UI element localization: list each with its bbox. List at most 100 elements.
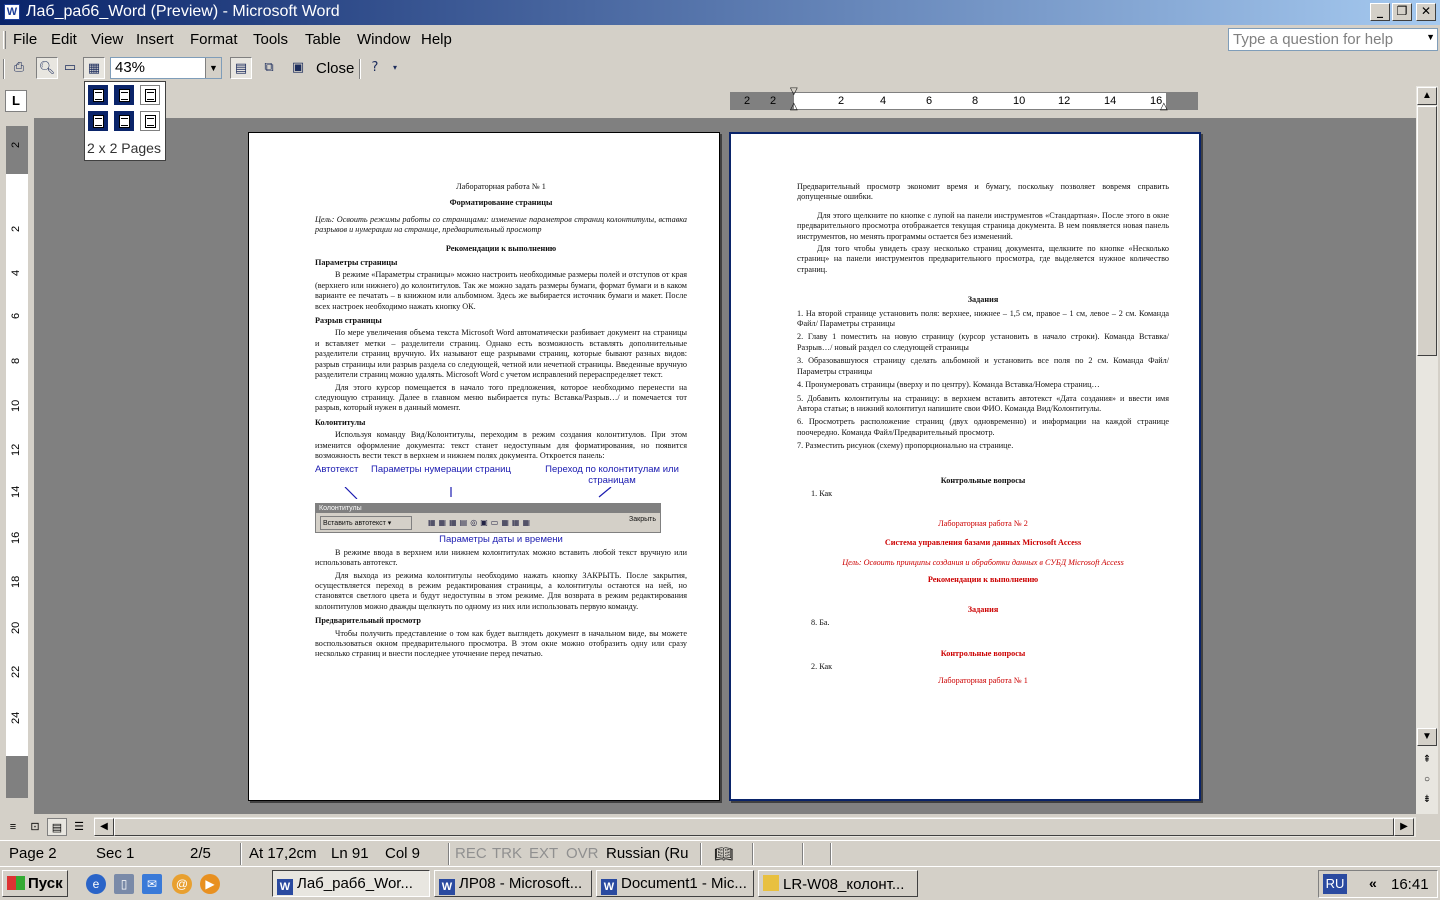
ruler-tick: 4 bbox=[10, 269, 22, 276]
headers-footers-toolbar-figure: Колонтитулы Вставить автотекст ▾ ▦▦▦▤◎▣▭… bbox=[315, 503, 661, 534]
left-indent-marker[interactable]: △ bbox=[790, 101, 798, 112]
normal-view-icon[interactable]: ≡ bbox=[3, 818, 23, 836]
next-page-icon[interactable]: ⇟ bbox=[1417, 792, 1437, 810]
recommendations-heading: Рекомендации к выполнению bbox=[445, 243, 557, 253]
task-item: 8. Ба. bbox=[811, 618, 830, 628]
tab-selector[interactable]: L bbox=[5, 90, 27, 112]
restore-button[interactable]: ❐ bbox=[1392, 3, 1412, 21]
select-browse-object-icon[interactable]: ○ bbox=[1417, 772, 1437, 790]
language-indicator[interactable]: RU bbox=[1323, 874, 1347, 894]
chevron-down-icon[interactable]: ▼ bbox=[205, 58, 221, 78]
multiple-pages-icon[interactable]: ▦ bbox=[83, 57, 105, 79]
task-label: Лаб_раб6_Wor... bbox=[297, 875, 413, 892]
preview-page-2[interactable]: Предварительный просмотр экономит время … bbox=[729, 132, 1201, 801]
mail-icon[interactable]: @ bbox=[172, 874, 192, 894]
lab-subtitle: Форматирование страницы bbox=[449, 198, 553, 208]
page-grid-cell[interactable] bbox=[88, 111, 108, 131]
right-indent-marker[interactable]: △ bbox=[1160, 101, 1168, 112]
ruler-tick: 16 bbox=[10, 531, 22, 544]
ruler-tick: 6 bbox=[10, 312, 22, 319]
menu-insert[interactable]: Insert bbox=[136, 31, 174, 48]
section-heading: Колонтитулы bbox=[315, 417, 366, 427]
figure-insert-autotext: Вставить автотекст ▾ bbox=[320, 516, 412, 531]
toolbar-options-chevron-icon[interactable]: ▾ bbox=[384, 57, 406, 79]
menu-tools[interactable]: Tools bbox=[253, 31, 288, 48]
page-grid-cell[interactable] bbox=[140, 85, 160, 105]
word-doc-icon: W bbox=[277, 879, 293, 895]
menu-edit[interactable]: Edit bbox=[51, 31, 77, 48]
context-help-icon[interactable]: ? bbox=[364, 57, 386, 79]
outlook-icon[interactable]: ✉ bbox=[142, 874, 162, 894]
page-grid-cell[interactable] bbox=[88, 85, 108, 105]
callout-transition: Переход по колонтитулам или страницам bbox=[545, 464, 679, 486]
paragraph: В режиме ввода в верхнем или нижнем коло… bbox=[315, 547, 687, 568]
toolbar-grip[interactable] bbox=[3, 59, 5, 79]
first-line-indent-marker[interactable]: ▽ bbox=[790, 86, 798, 97]
vertical-scrollbar[interactable]: ▲ ▼ ⇞ ○ ⇟ bbox=[1416, 86, 1438, 814]
callout-autotext: Автотекст bbox=[315, 464, 359, 476]
status-rec[interactable]: REC bbox=[455, 845, 487, 862]
word-app-icon[interactable]: W bbox=[4, 4, 20, 20]
horizontal-scroll-thumb[interactable] bbox=[114, 818, 1394, 836]
page-content: Предварительный просмотр экономит время … bbox=[797, 180, 1169, 689]
status-ovr[interactable]: OVR bbox=[566, 845, 599, 862]
spelling-grammar-icon[interactable]: 📖︎ bbox=[714, 845, 733, 863]
start-button[interactable]: Пуск bbox=[2, 870, 68, 897]
close-preview-button[interactable]: Close bbox=[316, 60, 354, 77]
internet-explorer-icon[interactable]: e bbox=[86, 874, 106, 894]
clock[interactable]: 16:41 bbox=[1391, 876, 1429, 893]
media-player-icon[interactable]: ▶ bbox=[200, 874, 220, 894]
close-window-button[interactable]: ✕ bbox=[1416, 3, 1436, 21]
status-page: Page 2 bbox=[9, 845, 57, 862]
page-grid-cell[interactable] bbox=[140, 111, 160, 131]
paragraph: Предварительный просмотр экономит время … bbox=[797, 182, 1169, 202]
menu-table[interactable]: Table bbox=[305, 31, 341, 48]
menu-window[interactable]: Window bbox=[357, 31, 410, 48]
menu-format[interactable]: Format bbox=[190, 31, 238, 48]
scroll-up-icon[interactable]: ▲ bbox=[1417, 87, 1437, 105]
magnifier-icon[interactable]: 🔍︎ bbox=[36, 57, 58, 79]
status-trk[interactable]: TRK bbox=[492, 845, 522, 862]
ruler-icon[interactable]: ▤ bbox=[230, 57, 252, 79]
menubar-grip[interactable] bbox=[3, 31, 6, 49]
menu-help[interactable]: Help bbox=[421, 31, 452, 48]
show-hidden-icons-icon[interactable]: « bbox=[1369, 875, 1377, 891]
shrink-to-fit-icon[interactable]: ⧉ bbox=[258, 57, 280, 79]
task-item: 6. Просмотреть расположение страниц (дву… bbox=[797, 417, 1169, 437]
preview-page-1[interactable]: Лабораторная работа № 1 Форматирование с… bbox=[248, 132, 720, 801]
minimize-button[interactable]: _ bbox=[1370, 3, 1390, 21]
taskbar-item-lab-word[interactable]: W Лаб_раб6_Wor... bbox=[272, 870, 430, 897]
zoom-select[interactable]: 43% ▼ bbox=[110, 57, 222, 79]
notepad-icon[interactable]: ▯ bbox=[114, 874, 134, 894]
document-preview-area[interactable]: Лабораторная работа № 1 Форматирование с… bbox=[34, 118, 1416, 814]
taskbar-item-lr08[interactable]: W ЛР08 - Microsoft... bbox=[434, 870, 592, 897]
page-grid-cell[interactable] bbox=[114, 111, 134, 131]
paragraph: Для того чтобы увидеть сразу несколько с… bbox=[797, 244, 1169, 274]
status-ext[interactable]: EXT bbox=[529, 845, 558, 862]
menu-view[interactable]: View bbox=[91, 31, 123, 48]
one-page-icon[interactable]: ▭ bbox=[59, 57, 81, 79]
scroll-left-icon[interactable]: ◀ bbox=[94, 818, 114, 836]
taskbar-item-folder[interactable]: LR-W08_колонт... bbox=[758, 870, 918, 897]
vertical-ruler[interactable]: 2 2 4 6 8 10 12 14 16 18 20 22 24 bbox=[6, 126, 28, 798]
vertical-scroll-thumb[interactable] bbox=[1417, 106, 1437, 356]
page-grid-cell[interactable] bbox=[114, 85, 134, 105]
outline-view-icon[interactable]: ☰ bbox=[69, 818, 89, 836]
chevron-down-icon[interactable]: ▼ bbox=[1426, 32, 1435, 42]
scroll-down-icon[interactable]: ▼ bbox=[1417, 728, 1437, 746]
horizontal-ruler[interactable]: 2 2 2 4 6 8 10 12 14 16 ▽ △ △ bbox=[730, 86, 1198, 112]
web-layout-view-icon[interactable]: ⊡ bbox=[25, 818, 45, 836]
help-question-input[interactable]: Type a question for help ▼ bbox=[1228, 28, 1438, 51]
scroll-right-icon[interactable]: ▶ bbox=[1394, 818, 1414, 836]
window-title: Лаб_раб6_Word (Preview) - Microsoft Word bbox=[26, 3, 340, 20]
paragraph: Используя команду Вид/Колонтитулы, перех… bbox=[315, 430, 687, 460]
horizontal-scrollbar[interactable]: ◀ ▶ bbox=[94, 817, 1416, 837]
print-layout-view-icon[interactable]: ▤ bbox=[47, 818, 67, 836]
ruler-tick: 12 bbox=[10, 443, 22, 456]
menu-file[interactable]: File bbox=[13, 31, 37, 48]
full-screen-icon[interactable]: ▣ bbox=[287, 57, 309, 79]
lab1-title-repeat: Лабораторная работа № 1 bbox=[938, 675, 1028, 685]
print-icon[interactable]: ⎙ bbox=[8, 57, 30, 79]
taskbar-item-document1[interactable]: W Document1 - Mic... bbox=[596, 870, 754, 897]
previous-page-icon[interactable]: ⇞ bbox=[1417, 752, 1437, 770]
